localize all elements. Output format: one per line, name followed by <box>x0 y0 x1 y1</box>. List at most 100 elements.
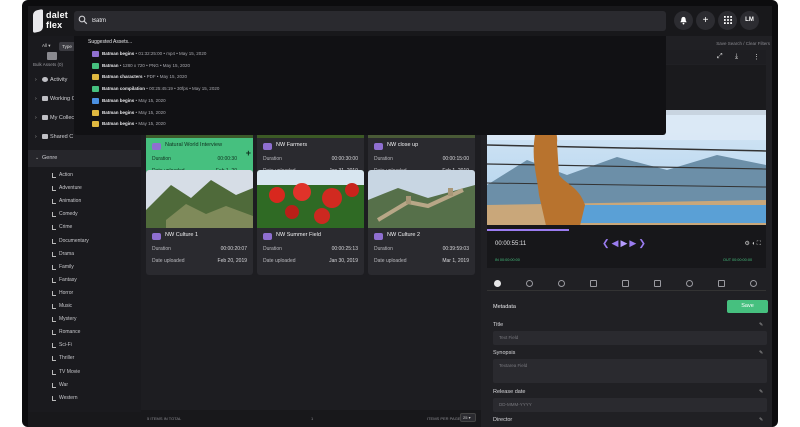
date-uploaded-value: Feb 20, 2019 <box>217 258 247 264</box>
notifications-button[interactable] <box>674 11 693 30</box>
metadata-input[interactable]: DD-MMM-YYYY <box>493 398 767 412</box>
tab-settings-icon[interactable] <box>558 280 565 287</box>
search-bar[interactable] <box>74 11 666 31</box>
add-button[interactable]: + <box>696 11 715 30</box>
genre-item[interactable]: Mystery <box>28 313 141 326</box>
search-input[interactable] <box>92 13 392 29</box>
asset-card[interactable]: NW Summer Field Duration 00:00:25:13 Date u… <box>257 170 364 275</box>
tab-location-icon[interactable] <box>686 280 693 287</box>
genre-item[interactable]: Horror <box>28 287 141 300</box>
genre-item[interactable]: TV Movie <box>28 366 141 379</box>
bulk-assets-icon[interactable] <box>47 52 57 60</box>
metadata-input[interactable]: Text Field <box>493 331 767 345</box>
genre-item[interactable]: Music <box>28 300 141 313</box>
transport-controls[interactable]: ❮◀▶▶❯ <box>602 238 648 249</box>
tab-comments-icon[interactable] <box>590 280 597 287</box>
chevron-right-icon[interactable]: › <box>35 77 37 83</box>
suggestion-item[interactable]: Batman begins • May 15, 2020 <box>88 109 488 119</box>
suggestion-meta: • May 15, 2020 <box>135 97 166 103</box>
items-total: 5 ITEMS IN TOTAL <box>147 416 182 421</box>
edit-field-icon[interactable]: ✎ <box>759 417 763 423</box>
asset-thumbnail[interactable] <box>146 170 253 228</box>
download-icon[interactable]: ⤓ <box>735 53 738 61</box>
asset-type-icon <box>92 97 99 104</box>
tab-history-icon[interactable] <box>750 280 757 287</box>
user-avatar[interactable]: LM <box>740 11 759 30</box>
suggestion-match: Batm <box>102 97 114 103</box>
suggestion-item[interactable]: Batman begins • May 15, 2020 <box>88 97 488 107</box>
volume-controls[interactable]: ⚙ ◖ ⛶ <box>744 240 761 248</box>
suggestion-item[interactable]: Batman • 1280 x 720 • PNG • May 15, 2020 <box>88 62 488 72</box>
asset-card[interactable]: NW Culture 1 Duration 00:00:20:07 Date uplo… <box>146 170 253 275</box>
asset-card-info: NW Summer Field Duration 00:00:25:13 Date u… <box>257 228 364 275</box>
tab-files-icon[interactable] <box>654 280 661 287</box>
add-to-collection-icon[interactable]: + <box>246 148 251 158</box>
items-per-page-select[interactable]: 25 ▾ <box>460 413 476 422</box>
sidebar-item-label: Activity <box>50 77 68 83</box>
genre-item[interactable]: Sci-Fi <box>28 339 141 352</box>
edit-field-icon[interactable]: ✎ <box>759 350 763 356</box>
suggestion-item[interactable]: Batman compilation • 00:25:45:19 • 30fps… <box>88 85 488 95</box>
genre-item[interactable]: Family <box>28 261 141 274</box>
tab-info-icon[interactable] <box>526 280 533 287</box>
chevron-right-icon[interactable]: › <box>35 96 37 102</box>
settings-icon[interactable]: ⚙ <box>744 241 749 247</box>
apps-button[interactable] <box>718 11 737 30</box>
tab-metadata-icon[interactable] <box>494 280 501 287</box>
asset-type-icon <box>92 74 99 81</box>
metadata-input[interactable]: Textarea Field <box>493 359 767 383</box>
genre-item[interactable]: Animation <box>28 195 141 208</box>
video-type-icon <box>152 143 161 150</box>
tab-markers-icon[interactable] <box>718 280 725 287</box>
genre-item[interactable]: Crime <box>28 221 141 234</box>
edit-field-icon[interactable]: ✎ <box>759 322 763 328</box>
field-label: Director <box>493 417 513 423</box>
dalet-flex-logo[interactable]: dalet flex <box>33 8 75 34</box>
suggestion-item[interactable]: Batman characters • PDF • May 15, 2020 <box>88 73 488 83</box>
volume-icon[interactable]: ◖ <box>752 241 756 247</box>
step-forward-icon[interactable]: ▶ <box>629 238 638 248</box>
save-button[interactable]: Save <box>727 300 768 313</box>
asset-card[interactable]: NW Culture 2 Duration 00:39:59:03 Date uplo… <box>368 170 475 275</box>
genre-item[interactable]: Drama <box>28 248 141 261</box>
suggestion-title-rest: an begins <box>113 121 135 127</box>
genre-item[interactable]: Action <box>28 169 141 182</box>
genre-item[interactable]: Documentary <box>28 235 141 248</box>
genre-item[interactable]: Comedy <box>28 208 141 221</box>
expand-icon[interactable]: ⤢ <box>717 53 723 61</box>
more-options-icon[interactable]: ⋮ <box>753 53 760 61</box>
field-label: Release date <box>493 389 526 395</box>
genre-item[interactable]: War <box>28 379 141 392</box>
suggestion-match: Batm <box>102 62 114 68</box>
all-filter-button[interactable]: All ▾ <box>42 43 56 51</box>
fullscreen-icon[interactable]: ⛶ <box>757 241 761 247</box>
genre-item[interactable]: Romance <box>28 326 141 339</box>
chevron-right-icon[interactable]: › <box>35 134 37 140</box>
asset-type-icon <box>92 51 99 57</box>
suggestion-meta: • May 15, 2020 <box>135 121 166 127</box>
mark-out-icon[interactable]: ❯ <box>638 238 648 248</box>
suggestion-match: Batm <box>102 109 114 115</box>
mark-in-icon[interactable]: ❮ <box>602 238 612 248</box>
asset-type-icon <box>92 121 99 128</box>
tab-hierarchy-icon[interactable] <box>622 280 629 287</box>
genre-item[interactable]: Fantasy <box>28 274 141 287</box>
asset-thumbnail[interactable] <box>257 170 364 228</box>
asset-card-info: NW Culture 2 Duration 00:39:59:03 Date uplo… <box>368 228 475 275</box>
tree-branch-icon <box>52 356 56 362</box>
save-search-link[interactable]: Save Search / Clear Filters <box>716 41 770 46</box>
suggestion-item[interactable]: Batman begins • May 15, 2020 <box>88 120 488 130</box>
sidebar-item-genre[interactable]: ⌄ Genre <box>28 150 141 167</box>
genre-item[interactable]: Western <box>28 392 141 405</box>
edit-field-icon[interactable]: ✎ <box>759 389 763 395</box>
page-number[interactable]: 1 <box>311 416 313 421</box>
suggestion-item[interactable]: Batman begins • 01:32:25:00 • mp4 • May … <box>88 50 488 60</box>
genre-label: Music <box>59 303 73 309</box>
type-filter-button[interactable]: Type <box>59 42 75 51</box>
chevron-right-icon[interactable]: › <box>35 115 37 121</box>
genre-item[interactable]: Thriller <box>28 352 141 365</box>
chevron-down-icon[interactable]: ⌄ <box>35 155 39 161</box>
genre-item[interactable]: Adventure <box>28 182 141 195</box>
asset-thumbnail[interactable] <box>368 170 475 228</box>
out-timecode: OUT 00:00:00:00 <box>723 258 753 262</box>
